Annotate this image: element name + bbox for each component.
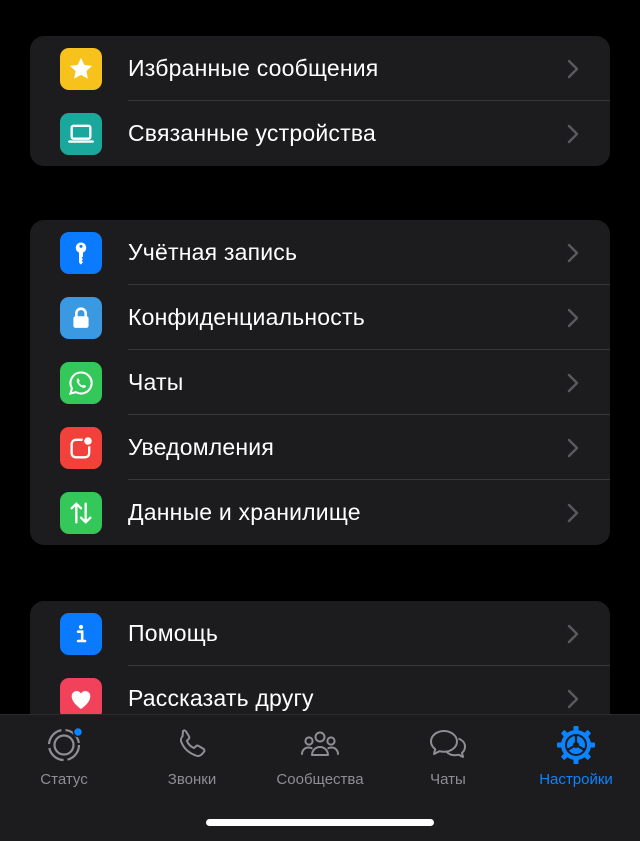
chevron-right-icon [567, 624, 579, 644]
communities-icon [301, 731, 339, 756]
row-notifications[interactable]: Уведомления [30, 415, 610, 480]
row-label: Связанные устройства [128, 120, 376, 146]
row-label: Помощь [128, 620, 219, 646]
key-icon [60, 232, 102, 274]
row-chats[interactable]: Чаты [30, 350, 610, 415]
row-label: Рассказать другу [128, 685, 314, 711]
chevron-right-icon [567, 59, 579, 79]
row-privacy[interactable]: Конфиденциальность [30, 285, 610, 350]
row-label: Данные и хранилище [128, 499, 361, 525]
tab-label: Статус [40, 771, 88, 788]
lock-icon [60, 297, 102, 339]
phone-icon [179, 729, 206, 757]
settings-group-3: Помощь Рассказать другу [30, 601, 610, 731]
status-icon [47, 726, 84, 762]
tab-label: Чаты [430, 771, 466, 788]
row-starred-messages[interactable]: Избранные сообщения [30, 36, 610, 101]
chevron-right-icon [567, 124, 579, 144]
tab-status[interactable]: Статус [0, 715, 128, 805]
chevron-right-icon [567, 503, 579, 523]
row-label: Чаты [128, 369, 184, 395]
notification-icon [60, 427, 102, 469]
row-help[interactable]: Помощь [30, 601, 610, 666]
tab-calls[interactable]: Звонки [128, 715, 256, 805]
whatsapp-icon [60, 362, 102, 404]
row-linked-devices[interactable]: Связанные устройства [30, 101, 610, 166]
tab-label: Настройки [539, 771, 613, 788]
row-label: Избранные сообщения [128, 55, 379, 81]
data-transfer-icon [60, 492, 102, 534]
tab-label: Звонки [167, 771, 217, 788]
row-label: Учётная запись [128, 239, 298, 265]
chevron-right-icon [567, 689, 579, 709]
chevron-right-icon [567, 243, 579, 263]
tab-chats[interactable]: Чаты [384, 715, 512, 805]
chevron-right-icon [567, 308, 579, 328]
tab-label: Сообщества [276, 771, 364, 788]
row-data-storage[interactable]: Данные и хранилище [30, 480, 610, 545]
row-account[interactable]: Учётная запись [30, 220, 610, 285]
chats-icon [430, 730, 466, 758]
row-label: Конфиденциальность [128, 304, 365, 330]
chevron-right-icon [567, 373, 579, 393]
home-indicator[interactable] [206, 819, 434, 826]
settings-group-1: Избранные сообщения Связанные устройства [30, 36, 610, 166]
chevron-right-icon [567, 438, 579, 458]
tab-communities[interactable]: Сообщества [256, 715, 384, 805]
tab-settings[interactable]: Настройки [512, 715, 640, 805]
settings-group-2: Учётная запись Конфиденциальность Чаты У… [30, 220, 610, 545]
info-icon [60, 613, 102, 655]
row-label: Уведомления [128, 434, 275, 460]
settings-gear-icon [557, 726, 595, 764]
star-icon [60, 48, 102, 90]
laptop-icon [60, 113, 102, 155]
